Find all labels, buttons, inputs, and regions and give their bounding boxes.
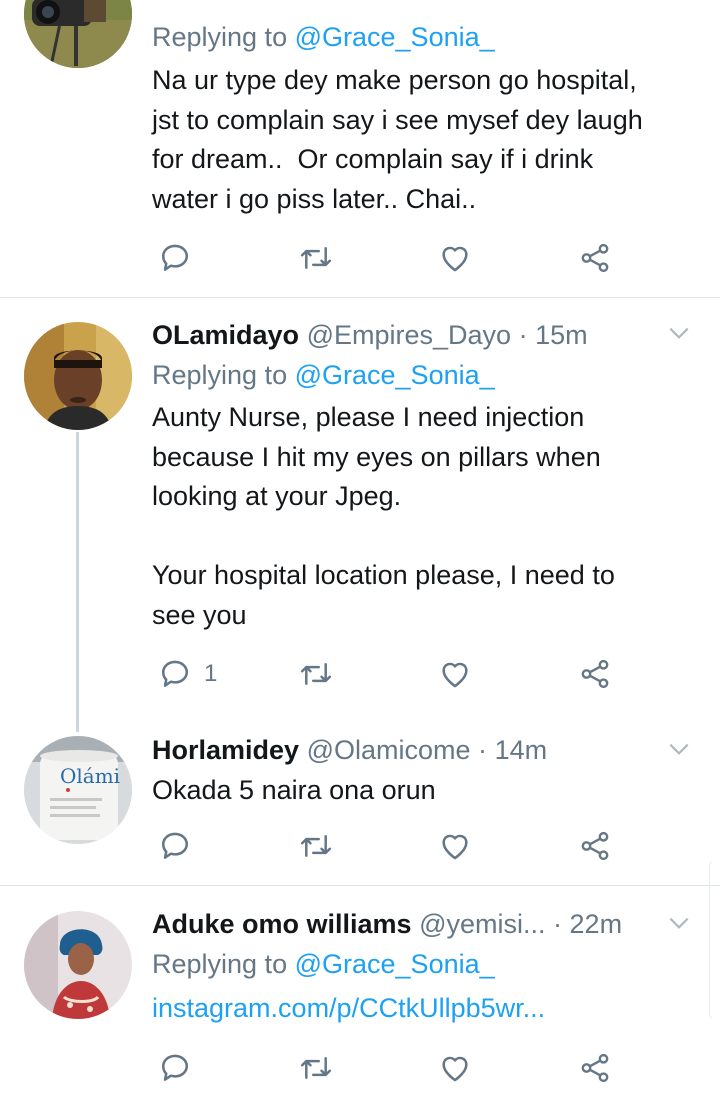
share-icon	[578, 241, 612, 275]
reply-icon	[158, 829, 192, 863]
heart-icon	[438, 829, 472, 863]
reply-icon	[158, 1051, 192, 1085]
user-handle[interactable]: @yemisi...	[419, 909, 545, 939]
chevron-down-icon[interactable]	[666, 320, 692, 346]
like-button[interactable]	[438, 240, 472, 276]
retweet-button[interactable]	[298, 656, 334, 692]
timestamp[interactable]: 14m	[495, 735, 548, 765]
retweet-button[interactable]	[298, 1050, 334, 1086]
reply-button[interactable]: 1	[158, 656, 217, 692]
share-button[interactable]	[578, 656, 612, 692]
separator-dot: ·	[553, 909, 563, 939]
share-icon	[578, 657, 612, 691]
tweet-header: Horlamidey @Olamicome · 14m	[152, 733, 700, 767]
reply-count: 1	[204, 660, 218, 687]
share-button[interactable]	[578, 1050, 612, 1086]
user-handle[interactable]: @Empires_Dayo	[307, 320, 511, 350]
mention-link[interactable]: @Grace_Sonia_	[295, 949, 495, 979]
tweet-actions	[152, 240, 632, 276]
thread-line	[76, 432, 79, 732]
tweet-text: Okada 5 naira ona orun	[152, 775, 436, 805]
avatar[interactable]	[24, 0, 132, 68]
reply-button[interactable]	[158, 240, 204, 276]
tweet-header: Aduke omo williams @yemisi... · 22m	[152, 907, 700, 941]
display-name[interactable]: Horlamidey	[152, 735, 299, 765]
heart-icon	[438, 657, 472, 691]
separator-dot: ·	[518, 320, 528, 350]
tweet-actions	[152, 1050, 632, 1086]
reply-icon	[158, 657, 192, 691]
scrollbar[interactable]	[709, 860, 720, 1020]
mention-link[interactable]: @Grace_Sonia_	[295, 360, 495, 390]
display-name[interactable]: Aduke omo williams	[152, 909, 412, 939]
retweet-button[interactable]	[298, 828, 334, 864]
retweet-icon	[298, 1051, 334, 1085]
retweet-icon	[298, 241, 334, 275]
reply-button[interactable]	[158, 828, 204, 864]
timestamp[interactable]: 15m	[535, 320, 588, 350]
tweet-text: Na ur type dey make person go hospital, …	[152, 65, 643, 214]
mug-text: Olámi	[60, 764, 121, 788]
replying-to: Replying to @Grace_Sonia_	[152, 949, 495, 979]
divider	[0, 885, 720, 886]
reply-button[interactable]	[158, 1050, 204, 1086]
avatar[interactable]	[24, 322, 132, 430]
replying-to: Replying to @Grace_Sonia_	[152, 22, 495, 52]
like-button[interactable]	[438, 828, 472, 864]
separator-dot: ·	[478, 735, 488, 765]
like-button[interactable]	[438, 656, 472, 692]
replying-to: Replying to @Grace_Sonia_	[152, 360, 495, 390]
chevron-down-icon[interactable]	[666, 910, 692, 936]
heart-icon	[438, 1051, 472, 1085]
display-name[interactable]: OLamidayo	[152, 320, 299, 350]
share-icon	[578, 829, 612, 863]
like-button[interactable]	[438, 1050, 472, 1086]
heart-icon	[438, 241, 472, 275]
share-icon	[578, 1051, 612, 1085]
divider	[0, 297, 720, 298]
user-handle[interactable]: @Olamicome	[307, 735, 471, 765]
avatar[interactable]: Olámi	[24, 736, 132, 844]
chevron-down-icon[interactable]	[666, 736, 692, 762]
tweet-actions	[152, 828, 632, 864]
share-button[interactable]	[578, 828, 612, 864]
avatar[interactable]	[24, 911, 132, 1019]
retweet-icon	[298, 829, 334, 863]
tweet-header: OLamidayo @Empires_Dayo · 15m	[152, 318, 700, 352]
mention-link[interactable]: @Grace_Sonia_	[295, 22, 495, 52]
timestamp[interactable]: 22m	[570, 909, 623, 939]
tweet-text: Aunty Nurse, please I need injection bec…	[152, 402, 615, 630]
instagram-link[interactable]: instagram.com/p/CCtkUllpb5wr...	[152, 989, 700, 1027]
share-button[interactable]	[578, 240, 612, 276]
retweet-icon	[298, 657, 334, 691]
retweet-button[interactable]	[298, 240, 334, 276]
tweet-actions: 1	[152, 656, 632, 692]
reply-icon	[158, 241, 192, 275]
